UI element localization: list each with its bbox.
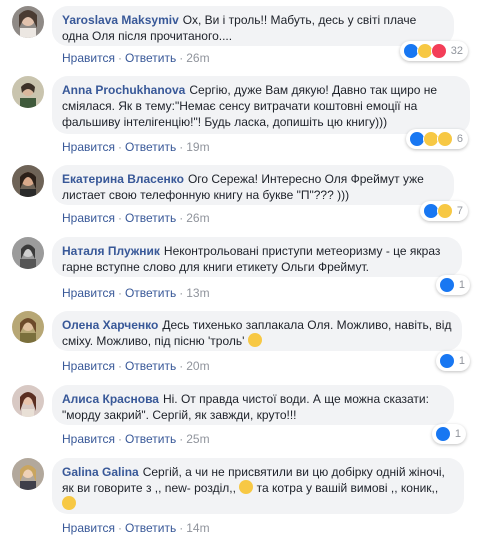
timestamp[interactable]: 26m — [186, 211, 209, 225]
reaction-summary[interactable]: 6 — [405, 129, 468, 149]
timestamp[interactable]: 20m — [186, 359, 209, 373]
timestamp[interactable]: 25m — [186, 432, 209, 446]
avatar[interactable] — [12, 76, 44, 108]
comment-bubble: Galina Galina Сергій, а чи не присвятили … — [52, 458, 464, 514]
comment-bubble: Anna Prochukhanova Сергію, дуже Вам дякую… — [52, 76, 470, 134]
like-link[interactable]: Нравится — [62, 51, 115, 65]
avatar[interactable] — [12, 165, 44, 197]
comment-author[interactable]: Galina Galina — [62, 465, 139, 479]
reaction-count: 7 — [456, 205, 463, 217]
comment-bubble: Алиса Краснова Ні. От правда чистої води.… — [52, 385, 454, 425]
reaction-count: 1 — [454, 428, 461, 440]
comment-actions: Нравится · Ответить · 19m — [62, 140, 210, 154]
comment-bubble: Наталя Плужник Неконтрольовані приступи м… — [52, 237, 462, 277]
like-icon — [438, 353, 455, 369]
comment-author[interactable]: Anna Prochukhanova — [62, 83, 185, 97]
comment-actions: Нравится · Ответить · 26m — [62, 51, 210, 65]
comment-actions: Нравится · Ответить · 25m — [62, 432, 210, 446]
timestamp[interactable]: 19m — [186, 140, 209, 154]
like-link[interactable]: Нравится — [62, 211, 115, 225]
laugh-emoji-icon — [62, 496, 76, 510]
reaction-count: 32 — [450, 45, 463, 57]
reaction-count: 1 — [458, 355, 465, 367]
comment-author[interactable]: Олена Харченко — [62, 318, 158, 332]
reply-link[interactable]: Ответить — [125, 432, 176, 446]
love-icon — [430, 43, 447, 59]
reaction-count: 1 — [458, 279, 465, 291]
comment-author[interactable]: Алиса Краснова — [62, 392, 159, 406]
reaction-summary[interactable]: 1 — [431, 424, 466, 444]
like-icon — [434, 426, 451, 442]
comment-actions: Нравится · Ответить · 14m — [62, 521, 210, 535]
reply-link[interactable]: Ответить — [125, 286, 176, 300]
comment-bubble: Екатерина Власенко Ого Сережа! Интересно … — [52, 165, 454, 205]
reaction-summary[interactable]: 1 — [435, 351, 470, 371]
like-link[interactable]: Нравится — [62, 286, 115, 300]
timestamp[interactable]: 14m — [186, 521, 209, 535]
like-link[interactable]: Нравится — [62, 521, 115, 535]
reaction-summary[interactable]: 32 — [399, 41, 468, 61]
like-link[interactable]: Нравится — [62, 359, 115, 373]
reply-link[interactable]: Ответить — [125, 51, 176, 65]
reply-link[interactable]: Ответить — [125, 211, 176, 225]
avatar[interactable] — [12, 458, 44, 490]
like-link[interactable]: Нравится — [62, 432, 115, 446]
reaction-summary[interactable]: 7 — [419, 201, 468, 221]
reply-link[interactable]: Ответить — [125, 521, 176, 535]
comment-bubble: Олена Харченко Десь тихенько заплакала Ол… — [52, 311, 462, 351]
wow-icon — [436, 131, 453, 147]
laugh-emoji-icon — [239, 480, 254, 494]
reaction-summary[interactable]: 1 — [435, 275, 470, 295]
haha-icon — [436, 203, 453, 219]
reaction-count: 6 — [456, 133, 463, 145]
comment-author[interactable]: Екатерина Власенко — [62, 172, 184, 186]
comment-text: та котра у вашій вимові ,, коник,, — [256, 481, 439, 495]
comment-actions: Нравится · Ответить · 13m — [62, 286, 210, 300]
smile-emoji-icon — [247, 333, 262, 347]
like-icon — [438, 277, 455, 293]
timestamp[interactable]: 26m — [186, 51, 209, 65]
comment-author[interactable]: Yaroslava Maksymiv — [62, 13, 179, 27]
avatar[interactable] — [12, 6, 44, 38]
avatar[interactable] — [12, 385, 44, 417]
avatar[interactable] — [12, 311, 44, 343]
reply-link[interactable]: Ответить — [125, 359, 176, 373]
comment-actions: Нравится · Ответить · 20m — [62, 359, 210, 373]
like-link[interactable]: Нравится — [62, 140, 115, 154]
comment-bubble: Yaroslava Maksymiv Ох, Ви і троль!! Мабут… — [52, 6, 454, 46]
reply-link[interactable]: Ответить — [125, 140, 176, 154]
comment-actions: Нравится · Ответить · 26m — [62, 211, 210, 225]
comment-author[interactable]: Наталя Плужник — [62, 244, 160, 258]
avatar[interactable] — [12, 237, 44, 269]
timestamp[interactable]: 13m — [186, 286, 209, 300]
